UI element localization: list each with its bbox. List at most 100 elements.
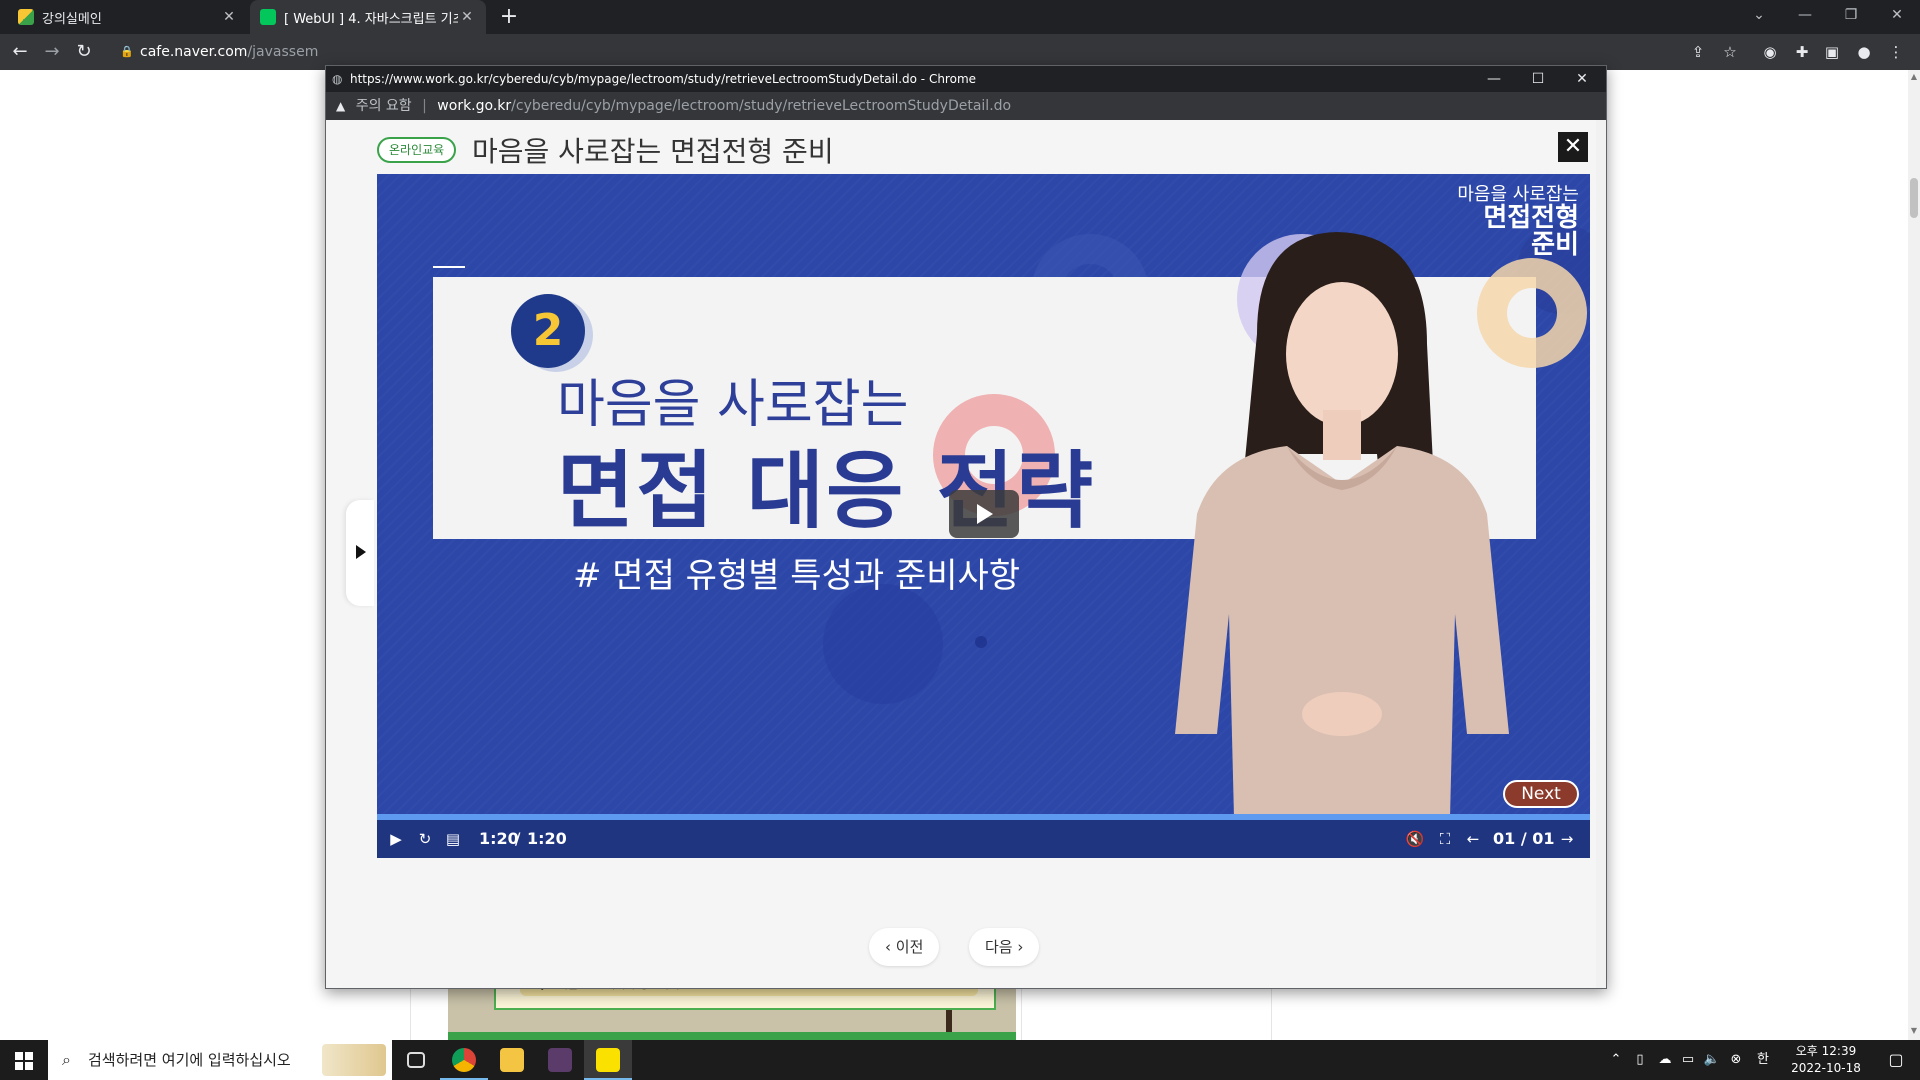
folder-icon	[500, 1048, 524, 1072]
mute-icon[interactable]: 🔇	[1403, 829, 1427, 849]
minimize-button[interactable]: —	[1782, 0, 1828, 30]
windows-start-button[interactable]	[0, 1040, 48, 1080]
address-separator: |	[422, 98, 427, 114]
fullscreen-icon[interactable]: ⛶	[1433, 829, 1457, 849]
onedrive-cloud-icon[interactable]: ☁	[1654, 1040, 1676, 1080]
close-window-button[interactable]: ✕	[1874, 0, 1920, 30]
back-icon[interactable]: ←	[8, 40, 32, 64]
next-page-arrow-icon[interactable]: →	[1555, 829, 1579, 849]
popup-address-bar[interactable]: ▲ 주의 요함 | work.go.kr/cyberedu/cyb/mypage…	[326, 92, 1606, 120]
extension-app-icon[interactable]: ◉	[1760, 42, 1780, 62]
side-panel-toggle[interactable]	[346, 500, 374, 606]
popup-title-bar: ◍ https://www.work.go.kr/cyberedu/cyb/my…	[326, 66, 1606, 92]
popup-maximize-button[interactable]: ☐	[1516, 66, 1560, 92]
tab-close-icon[interactable]: ✕	[220, 9, 238, 25]
tab-webui[interactable]: [ WebUI ] 4. 자바스크립트 기초 ✕	[250, 0, 486, 34]
presenter-figure	[1175, 232, 1509, 858]
profile-avatar-icon[interactable]: ●	[1854, 42, 1874, 62]
chrome-icon	[452, 1048, 476, 1072]
security-label[interactable]: 주의 요함	[356, 98, 412, 114]
tray-status-icon[interactable]: ⊗	[1726, 1040, 1746, 1080]
tray-device-icon[interactable]: ▯	[1630, 1040, 1650, 1080]
background-grass-graphic	[448, 1032, 1016, 1040]
popup-content: 온라인교육 마음을 사로잡는 면접전형 준비 ✕ 2 마음을 사로잡는 면접 대…	[326, 120, 1596, 988]
video-player[interactable]: 2 마음을 사로잡는 면접 대응 전략 # 면접 유형별 특성과 준비사항 마음…	[377, 174, 1590, 858]
tray-expand-icon[interactable]: ⌃	[1606, 1040, 1626, 1080]
extensions-puzzle-icon[interactable]: ✚	[1792, 42, 1812, 62]
game-taskbar-app[interactable]	[536, 1040, 584, 1080]
page-indicator: 01 / 01	[1493, 829, 1555, 848]
next-slide-button[interactable]: Next	[1503, 780, 1579, 808]
reload-icon[interactable]: ↻	[72, 40, 96, 64]
previous-lesson-button[interactable]: ‹ 이전	[869, 928, 940, 966]
chrome-taskbar-app[interactable]	[440, 1040, 488, 1080]
slide-number-bubble: 2	[511, 294, 585, 368]
share-icon[interactable]: ⇪	[1688, 42, 1708, 62]
forward-icon[interactable]: →	[40, 40, 64, 64]
replay-icon[interactable]: ↻	[413, 829, 437, 849]
restore-button[interactable]: ❐	[1828, 0, 1874, 30]
popup-window-title: https://www.work.go.kr/cyberedu/cyb/mypa…	[350, 72, 977, 86]
online-education-badge: 온라인교육	[377, 137, 457, 163]
taskbar-search-input[interactable]: ⌕ 검색하려면 여기에 입력하십시오	[48, 1040, 392, 1080]
search-icon: ⌕	[62, 1050, 71, 1069]
slide-accent-line	[433, 266, 465, 268]
tab-search-icon[interactable]: ⌄	[1736, 0, 1782, 30]
task-view-icon	[407, 1052, 425, 1068]
kakaotalk-icon	[596, 1048, 620, 1072]
taskbar-search-placeholder: 검색하려면 여기에 입력하십시오	[88, 1051, 291, 1069]
expand-arrow-icon	[356, 545, 366, 559]
file-explorer-taskbar-app[interactable]	[488, 1040, 536, 1080]
network-icon[interactable]: ▭	[1678, 1040, 1698, 1080]
decorative-ring	[975, 636, 987, 648]
decorative-ring	[823, 584, 943, 704]
play-pause-icon[interactable]: ▶	[385, 829, 407, 849]
kakaotalk-taskbar-app[interactable]	[584, 1040, 632, 1080]
game-app-icon	[548, 1048, 572, 1072]
bookmark-star-icon[interactable]: ☆	[1720, 42, 1740, 62]
address-host: cafe.naver.com	[140, 44, 248, 60]
taskbar-clock[interactable]: 오후 12:39 2022-10-18	[1786, 1043, 1866, 1077]
popup-close-button[interactable]: ✕	[1560, 66, 1604, 92]
notification-center-icon[interactable]: ▢	[1872, 1040, 1920, 1080]
page-scrollbar[interactable]: ▲ ▼	[1908, 70, 1920, 1040]
video-controls: ▶ ↻ ▤ 1:20 / 1:20 🔇 ⛶ ← 01 / 01 →	[377, 820, 1590, 858]
address-path: /javassem	[247, 44, 319, 60]
tab-favicon-icon	[260, 9, 276, 25]
menu-kebab-icon[interactable]: ⋮	[1886, 42, 1906, 62]
browser-tab-strip: 강의실메인 ✕ [ WebUI ] 4. 자바스크립트 기초 ✕ + ⌄ — ❐…	[0, 0, 1920, 34]
total-time: 1:20	[527, 829, 567, 848]
popup-minimize-button[interactable]: —	[1472, 66, 1516, 92]
windows-taskbar: ⌕ 검색하려면 여기에 입력하십시오 ⌃ ▯ ☁ ▭ 🔈 ⊗ 한 오후 12:3…	[0, 1040, 1920, 1080]
page-scroll-thumb[interactable]	[1910, 178, 1918, 218]
input-language-icon[interactable]: 한	[1752, 1040, 1774, 1080]
warning-icon: ▲	[336, 99, 346, 113]
tab-lecture-main[interactable]: 강의실메인 ✕	[8, 0, 248, 34]
prev-page-arrow-icon[interactable]: ←	[1461, 829, 1485, 849]
current-time: 1:20	[479, 829, 519, 848]
scroll-up-icon[interactable]: ▲	[1910, 72, 1918, 81]
lecture-popup-window: ◍ https://www.work.go.kr/cyberedu/cyb/my…	[325, 65, 1607, 989]
close-lesson-button[interactable]: ✕	[1558, 132, 1588, 162]
volume-muted-icon[interactable]: 🔈	[1702, 1040, 1722, 1080]
globe-icon: ◍	[332, 72, 343, 86]
new-tab-button[interactable]: +	[496, 4, 522, 30]
scroll-down-icon[interactable]: ▼	[1910, 1026, 1918, 1035]
popup-scrollbar[interactable]	[1596, 120, 1606, 988]
popup-address-host: work.go.kr	[437, 98, 512, 114]
tab-close-icon[interactable]: ✕	[458, 9, 476, 25]
task-view-button[interactable]	[392, 1040, 440, 1080]
subtitle-icon[interactable]: ▤	[441, 829, 465, 849]
time-separator: /	[515, 829, 521, 848]
slide-subtitle: # 면접 유형별 특성과 준비사항	[573, 556, 1021, 596]
tab-title: [ WebUI ] 4. 자바스크립트 기초	[284, 11, 458, 27]
next-lesson-button[interactable]: 다음 ›	[969, 928, 1040, 966]
clock-date: 2022-10-18	[1791, 1061, 1861, 1075]
course-title: 마음을 사로잡는 면접전형 준비	[472, 135, 834, 168]
side-panel-icon[interactable]: ▣	[1822, 42, 1842, 62]
clock-time: 오후 12:39	[1795, 1044, 1857, 1058]
lock-icon: 🔒	[120, 45, 134, 58]
big-play-button[interactable]	[949, 490, 1019, 538]
address-bar[interactable]: 🔒 cafe.naver.com/javassem	[108, 38, 1688, 66]
tab-favicon-icon	[18, 9, 34, 25]
